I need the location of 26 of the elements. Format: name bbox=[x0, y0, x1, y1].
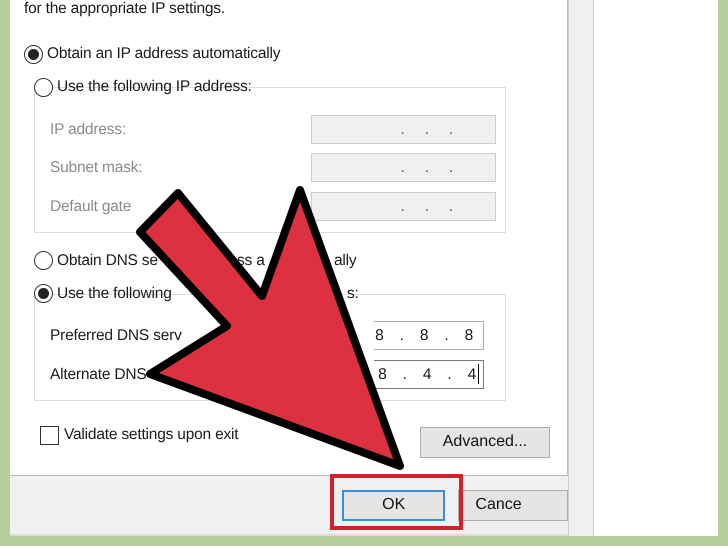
radio-button[interactable] bbox=[34, 78, 53, 96]
ip-address-field[interactable]: 8 . 8 . 8 bbox=[374, 321, 484, 350]
radio-label: Obtain an IP address automatically bbox=[47, 45, 280, 62]
advanced-button[interactable]: Advanced... bbox=[420, 426, 550, 458]
radio-button[interactable] bbox=[24, 44, 43, 64]
ip-address-field: . . . bbox=[311, 153, 496, 182]
radio-button[interactable] bbox=[34, 251, 53, 270]
ok-button[interactable]: OK bbox=[342, 490, 446, 520]
field-label: Subnet mask: bbox=[50, 158, 144, 178]
radio-label: Obtain DNS se bbox=[57, 252, 158, 269]
radio-button[interactable] bbox=[34, 284, 53, 303]
checkbox[interactable] bbox=[40, 426, 59, 444]
checkbox-label: Validate settings upon exit bbox=[64, 425, 238, 446]
ip-address-field: . . . bbox=[311, 114, 496, 144]
instruction-text: for the appropriate IP settings. bbox=[24, 0, 226, 18]
field-label: Default gate bbox=[50, 196, 132, 217]
ip-address-field[interactable]: 8 . 4 . 4 bbox=[374, 360, 484, 389]
field-label: Alternate DNS bbox=[50, 364, 148, 385]
radio-label: Use the following IP address: bbox=[57, 78, 252, 96]
ip-address-field: . . . bbox=[311, 192, 496, 221]
field-label: IP address: bbox=[50, 120, 127, 140]
radio-label: s: bbox=[347, 284, 359, 302]
radio-label: Use the following bbox=[57, 284, 172, 302]
radio-label: ally bbox=[334, 252, 356, 269]
cancel-button[interactable]: Cance bbox=[458, 490, 568, 520]
field-label: Preferred DNS serv bbox=[50, 326, 183, 346]
